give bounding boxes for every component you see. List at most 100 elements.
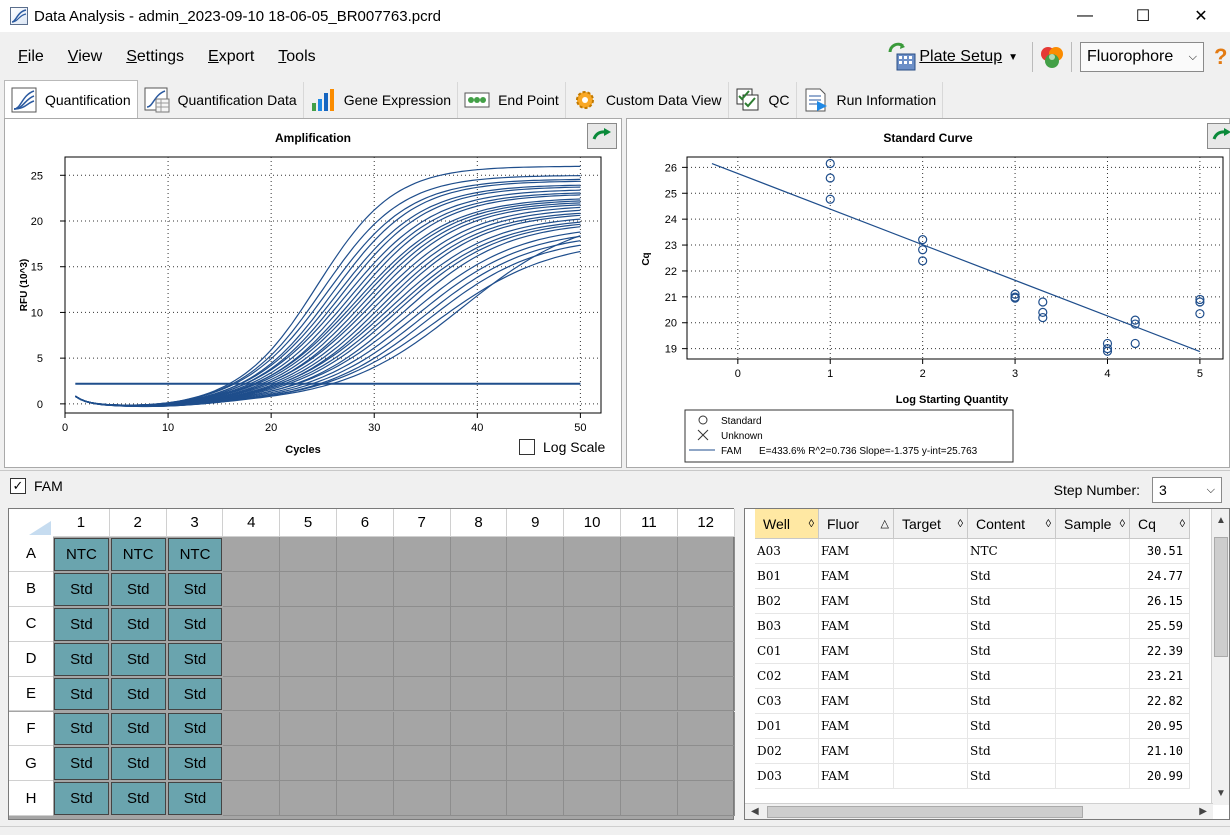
plate-well-empty[interactable]	[507, 746, 565, 782]
plate-well-empty[interactable]	[564, 606, 621, 642]
table-cell[interactable]	[894, 764, 968, 789]
table-cell[interactable]: FAM	[819, 539, 894, 564]
table-header-cq[interactable]: Cq ◊	[1130, 509, 1190, 539]
table-cell[interactable]	[1056, 714, 1130, 739]
table-header-content[interactable]: Content ◊	[968, 509, 1056, 539]
plate-well[interactable]: Std	[167, 712, 223, 746]
table-cell[interactable]: Std	[968, 639, 1056, 664]
plate-well-empty[interactable]	[450, 606, 508, 642]
tab-qc[interactable]: QC	[728, 82, 797, 118]
menu-view[interactable]: View	[68, 48, 102, 66]
plate-well[interactable]: NTC	[110, 538, 166, 571]
plate-well-empty[interactable]	[507, 641, 565, 677]
plate-well-empty[interactable]	[280, 711, 337, 747]
table-cell[interactable]: Std	[968, 739, 1056, 764]
plate-well-empty[interactable]	[564, 711, 621, 747]
plate-row-header[interactable]: A	[9, 537, 53, 572]
plate-well[interactable]: Std	[54, 607, 109, 641]
plate-well-empty[interactable]	[223, 711, 281, 747]
table-cell[interactable]: 26.15	[1130, 589, 1190, 614]
plate-well-empty[interactable]	[280, 571, 337, 607]
plate-well-empty[interactable]	[337, 606, 394, 642]
plate-setup-button[interactable]: Plate Setup ▼	[887, 42, 1018, 72]
table-cell[interactable]: FAM	[819, 664, 894, 689]
tab-end-point[interactable]: End Point	[458, 82, 566, 118]
plate-well-empty[interactable]	[677, 711, 735, 747]
table-cell[interactable]	[1056, 739, 1130, 764]
table-cell[interactable]: 22.39	[1130, 639, 1190, 664]
plate-well[interactable]: Std	[54, 572, 109, 606]
plate-well-empty[interactable]	[337, 781, 394, 817]
table-header-target[interactable]: Target ◊	[894, 509, 968, 539]
table-cell[interactable]: FAM	[819, 689, 894, 714]
plate-well[interactable]: NTC	[167, 538, 223, 571]
plate-well-empty[interactable]	[280, 746, 337, 782]
plate-column-header[interactable]: 2	[109, 509, 167, 537]
plate-well-empty[interactable]	[677, 571, 735, 607]
table-horizontal-scrollbar[interactable]: ◀ ▶	[745, 803, 1213, 819]
table-cell[interactable]: 23.21	[1130, 664, 1190, 689]
table-cell[interactable]	[1056, 589, 1130, 614]
table-cell[interactable]	[894, 564, 968, 589]
table-cell[interactable]: NTC	[968, 539, 1056, 564]
plate-well-empty[interactable]	[564, 641, 621, 677]
plate-well-empty[interactable]	[564, 746, 621, 782]
minimize-button[interactable]: —	[1056, 0, 1114, 32]
plate-well-empty[interactable]	[507, 676, 565, 712]
plate-well-empty[interactable]	[450, 781, 508, 817]
plate-well-empty[interactable]	[677, 537, 735, 572]
table-cell[interactable]: 22.82	[1130, 689, 1190, 714]
table-cell[interactable]	[1056, 639, 1130, 664]
plate-column-header[interactable]: 4	[223, 509, 281, 537]
table-cell[interactable]	[1056, 764, 1130, 789]
close-button[interactable]: ✕	[1172, 0, 1230, 32]
plate-well-empty[interactable]	[280, 537, 337, 572]
plate-well[interactable]: Std	[54, 677, 109, 711]
tab-run-information[interactable]: Run Information	[796, 82, 944, 118]
plate-well-empty[interactable]	[621, 641, 678, 677]
table-cell[interactable]: 21.10	[1130, 739, 1190, 764]
menu-settings[interactable]: Settings	[126, 48, 184, 66]
plate-well[interactable]: Std	[167, 782, 223, 816]
plate-well[interactable]: Std	[167, 572, 223, 606]
table-cell[interactable]: Std	[968, 589, 1056, 614]
plate-column-header[interactable]: 9	[507, 509, 565, 537]
plate-well[interactable]: Std	[167, 747, 223, 781]
plate-well-empty[interactable]	[223, 606, 281, 642]
table-cell[interactable]: Std	[968, 764, 1056, 789]
maximize-button[interactable]: ☐	[1114, 0, 1172, 32]
scroll-down-icon[interactable]: ▼	[1216, 788, 1226, 799]
plate-column-header[interactable]: 10	[564, 509, 621, 537]
plate-well-empty[interactable]	[337, 641, 394, 677]
help-icon[interactable]: ?	[1214, 44, 1230, 70]
plate-well-empty[interactable]	[677, 606, 735, 642]
well-group-icon[interactable]	[1037, 42, 1067, 72]
table-cell[interactable]: FAM	[819, 739, 894, 764]
scroll-left-icon[interactable]: ◀	[751, 806, 759, 817]
table-cell[interactable]: FAM	[819, 589, 894, 614]
plate-well[interactable]: Std	[167, 607, 223, 641]
table-cell[interactable]: C03	[755, 689, 819, 714]
plate-well-empty[interactable]	[621, 711, 678, 747]
plate-select-all[interactable]	[9, 509, 53, 537]
table-cell[interactable]: D01	[755, 714, 819, 739]
table-cell[interactable]	[1056, 689, 1130, 714]
plate-well-empty[interactable]	[393, 571, 451, 607]
plate-well-empty[interactable]	[564, 676, 621, 712]
table-cell[interactable]: 20.95	[1130, 714, 1190, 739]
plate-well-empty[interactable]	[393, 641, 451, 677]
plate-well-empty[interactable]	[507, 781, 565, 817]
table-cell[interactable]: Std	[968, 664, 1056, 689]
fam-checkbox[interactable]: ✓ FAM	[10, 478, 63, 494]
plate-well-empty[interactable]	[450, 537, 508, 572]
tab-custom-data-view[interactable]: Custom Data View	[565, 82, 729, 118]
plate-well-empty[interactable]	[223, 781, 281, 817]
scroll-thumb[interactable]	[1214, 537, 1228, 657]
table-cell[interactable]: D03	[755, 764, 819, 789]
plate-well[interactable]: Std	[110, 782, 166, 816]
table-header-fluor[interactable]: Fluor △	[819, 509, 894, 539]
plate-column-header[interactable]: 6	[337, 509, 394, 537]
plate-setup-dropdown-icon[interactable]: ▼	[1008, 52, 1018, 63]
plate-row-header[interactable]: F	[9, 711, 53, 747]
plate-row-header[interactable]: C	[9, 606, 53, 642]
